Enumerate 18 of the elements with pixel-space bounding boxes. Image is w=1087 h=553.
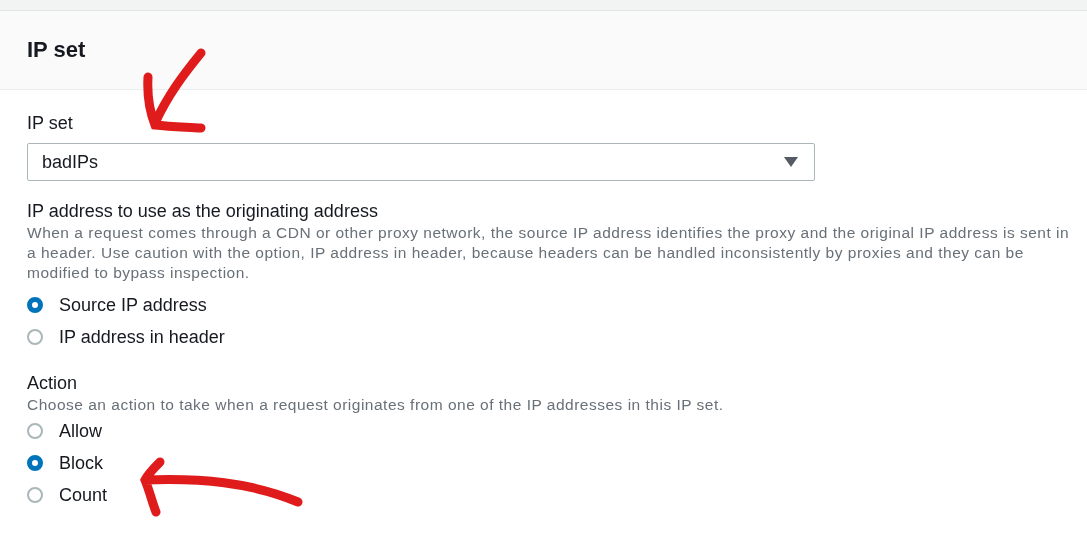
caret-icon bbox=[784, 157, 798, 167]
radio-button[interactable] bbox=[27, 329, 43, 345]
radio-label[interactable]: Source IP address bbox=[59, 294, 207, 316]
field-description: Choose an action to take when a request originates from one of the IP addresses in this IP set. bbox=[27, 395, 725, 415]
field-label: IP address to use as the originating address bbox=[27, 201, 379, 221]
radio-button[interactable] bbox=[27, 423, 43, 439]
radio-label[interactable]: Block bbox=[59, 452, 103, 474]
ip-set-dropdown[interactable]: badIPs bbox=[27, 143, 815, 181]
field-label: Action bbox=[27, 373, 79, 393]
field-description: When a request comes through a CDN or other proxy network, the source IP address identifies the proxy and the original IP address is sent in a header. Use caution with the option, IP address in header, because headers can be handled inconsistently by proxies and they can be modified to bypass inspection. bbox=[27, 223, 1071, 283]
radio-button[interactable] bbox=[27, 487, 43, 503]
radio-label[interactable]: Count bbox=[59, 484, 108, 506]
radio-button[interactable] bbox=[27, 455, 43, 471]
field-label: IP set bbox=[27, 113, 74, 133]
panel-title: IP set bbox=[27, 37, 86, 63]
radio-label[interactable]: IP address in header bbox=[59, 326, 225, 348]
radio-button[interactable] bbox=[27, 297, 43, 313]
radio-label[interactable]: Allow bbox=[59, 420, 102, 442]
